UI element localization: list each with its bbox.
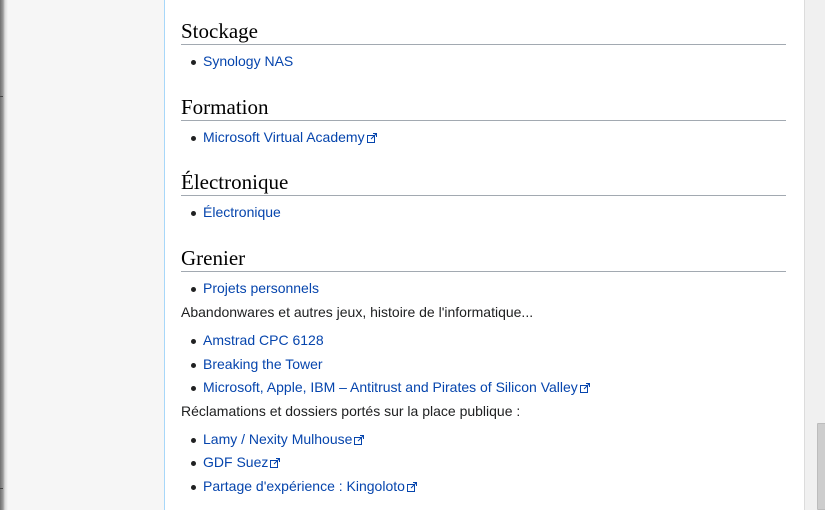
link-gdf-suez[interactable]: GDF Suez: [203, 454, 281, 470]
external-link-icon: [366, 129, 377, 143]
list-item: Microsoft Virtual Academy: [181, 128, 786, 146]
link-amstrad-cpc-6128[interactable]: Amstrad CPC 6128: [203, 332, 324, 348]
section-heading: Stockage: [181, 20, 786, 45]
section-grenier: Grenier Projets personnels Abandonwares …: [181, 247, 786, 500]
link-microsoft-virtual-academy[interactable]: Microsoft Virtual Academy: [203, 129, 377, 145]
paragraph-abandonwares: Abandonwares et autres jeux, histoire de…: [181, 304, 534, 320]
link-electronique[interactable]: Électronique: [203, 204, 281, 220]
window-frame-left: [0, 0, 8, 510]
sidebar: [8, 0, 164, 510]
section-electronique: Électronique Électronique: [181, 171, 786, 227]
section-heading: Grenier: [181, 247, 786, 272]
section-formation: Formation Microsoft Virtual Academy: [181, 96, 786, 152]
list-item: Lamy / Nexity Mulhouse: [181, 430, 786, 448]
section-stockage: Stockage Synology NAS: [181, 20, 786, 76]
list-item: Partage d'expérience : Kingoloto: [181, 477, 786, 495]
vertical-scrollbar[interactable]: [804, 0, 825, 510]
scrollbar-thumb[interactable]: [817, 423, 825, 510]
list-item: GDF Suez: [181, 453, 786, 471]
link-synology-nas[interactable]: Synology NAS: [203, 53, 293, 69]
link-projets-personnels[interactable]: Projets personnels: [203, 280, 319, 296]
external-link-icon: [579, 379, 590, 393]
list-item: Microsoft, Apple, IBM – Antitrust and Pi…: [181, 378, 786, 396]
link-pirates-of-silicon-valley[interactable]: Microsoft, Apple, IBM – Antitrust and Pi…: [203, 379, 590, 395]
list-item: Projets personnels: [181, 279, 786, 297]
list-item: Électronique: [181, 203, 786, 221]
external-link-icon: [270, 454, 281, 468]
external-link-icon: [354, 431, 365, 445]
content-area: Stockage Synology NAS Formation Microsof…: [164, 0, 804, 510]
external-link-icon: [406, 478, 417, 492]
list-item: Amstrad CPC 6128: [181, 331, 786, 349]
link-breaking-the-tower[interactable]: Breaking the Tower: [203, 356, 323, 372]
paragraph-reclamations: Réclamations et dossiers portés sur la p…: [181, 402, 521, 419]
link-kingoloto[interactable]: Partage d'expérience : Kingoloto: [203, 478, 417, 494]
link-lamy-nexity-mulhouse[interactable]: Lamy / Nexity Mulhouse: [203, 431, 365, 447]
section-heading: Formation: [181, 96, 786, 121]
section-heading: Électronique: [181, 171, 786, 196]
list-item: Synology NAS: [181, 52, 786, 70]
list-item: Breaking the Tower: [181, 355, 786, 373]
